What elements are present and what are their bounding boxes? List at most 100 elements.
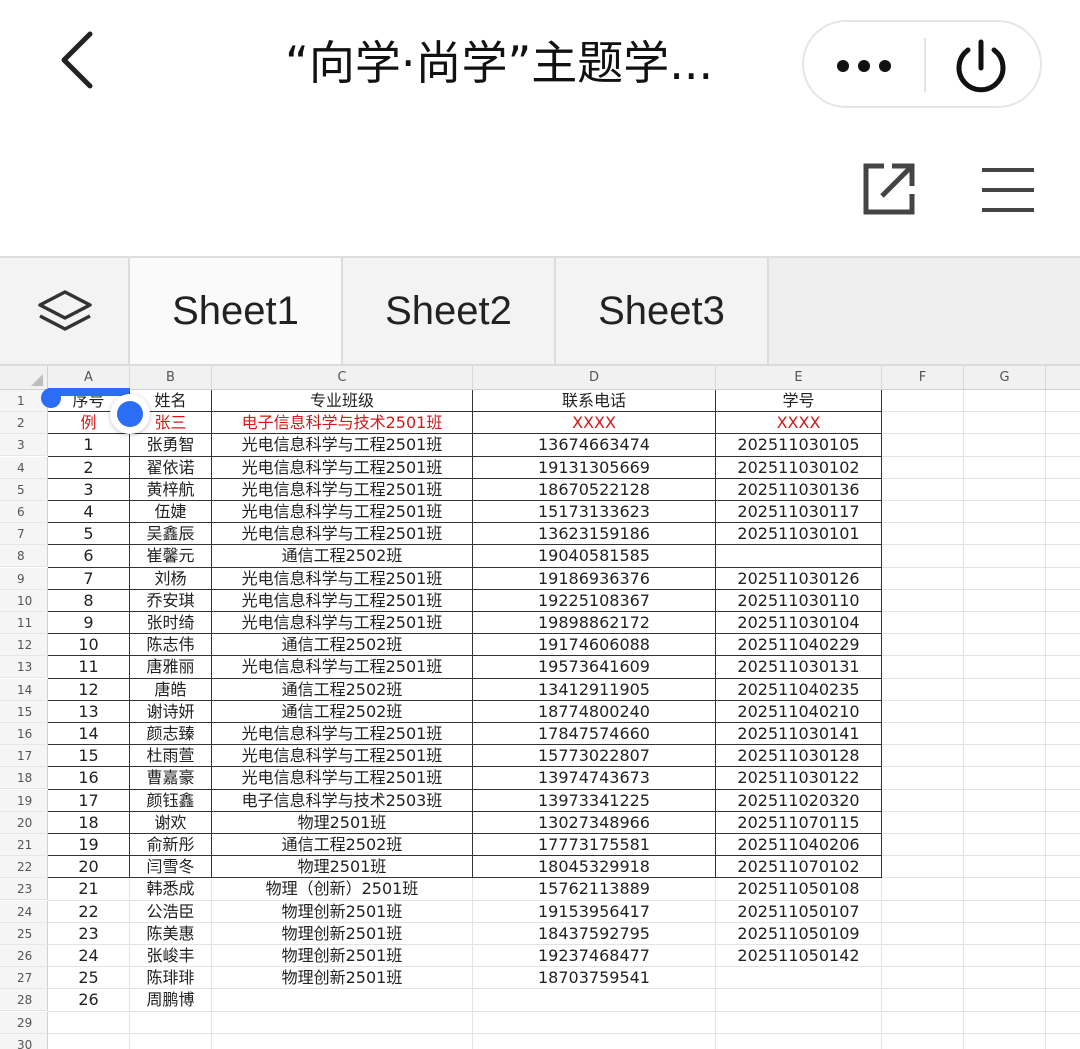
column-header-b[interactable]: B	[130, 366, 212, 390]
tab-sheet3[interactable]: Sheet3	[556, 258, 769, 364]
table-cell[interactable]: 202511040210	[716, 700, 882, 723]
table-cell[interactable]	[964, 456, 1046, 479]
row-header[interactable]: 25	[0, 922, 48, 945]
table-cell[interactable]	[1046, 1012, 1080, 1034]
table-cell[interactable]: 13623159186	[473, 523, 716, 546]
table-cell[interactable]: 18774800240	[473, 700, 716, 723]
table-cell[interactable]: 202511050108	[716, 878, 882, 901]
table-cell[interactable]: 202511050109	[716, 922, 882, 945]
table-cell[interactable]	[212, 1011, 473, 1034]
table-cell[interactable]: 唐雅丽	[130, 656, 212, 679]
table-cell[interactable]: 伍婕	[130, 501, 212, 524]
table-cell[interactable]: 13	[48, 700, 130, 723]
table-cell[interactable]: 8	[48, 589, 130, 612]
table-cell[interactable]	[964, 656, 1046, 679]
table-cell[interactable]	[212, 989, 473, 1012]
table-cell[interactable]: 202511040206	[716, 834, 882, 857]
table-cell[interactable]: 物理2501班	[212, 856, 473, 879]
tab-sheet1[interactable]: Sheet1	[130, 258, 343, 364]
table-cell[interactable]	[882, 878, 964, 901]
table-cell[interactable]	[964, 878, 1046, 901]
table-cell[interactable]: 闫雪冬	[130, 856, 212, 879]
table-cell[interactable]	[1046, 568, 1080, 590]
table-cell[interactable]	[473, 1011, 716, 1034]
table-cell[interactable]: 13973341225	[473, 789, 716, 812]
table-cell[interactable]	[964, 1033, 1046, 1049]
table-cell[interactable]	[1046, 523, 1080, 546]
table-cell[interactable]: 光电信息科学与工程2501班	[212, 456, 473, 479]
table-cell[interactable]: 19225108367	[473, 589, 716, 612]
table-cell[interactable]	[882, 634, 964, 657]
table-cell[interactable]: 颜志臻	[130, 723, 212, 746]
table-cell[interactable]: 19153956417	[473, 900, 716, 923]
table-cell[interactable]: 颜钰鑫	[130, 789, 212, 812]
table-cell[interactable]	[1046, 790, 1080, 812]
table-cell[interactable]: 18703759541	[473, 967, 716, 990]
table-cell[interactable]	[882, 1033, 964, 1049]
table-cell[interactable]: XXXX	[473, 412, 716, 435]
table-cell[interactable]: 21	[48, 878, 130, 901]
table-cell[interactable]: 物理创新2501班	[212, 945, 473, 968]
table-cell[interactable]: 张时绮	[130, 612, 212, 635]
table-cell[interactable]	[964, 412, 1046, 435]
table-cell[interactable]: 陈美惠	[130, 922, 212, 945]
row-header[interactable]: 7	[0, 523, 48, 546]
row-header[interactable]: 11	[0, 612, 48, 634]
table-cell[interactable]: 17847574660	[473, 723, 716, 746]
table-cell[interactable]	[882, 723, 964, 746]
table-cell[interactable]	[964, 856, 1046, 879]
table-cell[interactable]: 光电信息科学与工程2501班	[212, 434, 473, 457]
table-cell[interactable]: 18437592795	[473, 922, 716, 945]
table-cell[interactable]: 18045329918	[473, 856, 716, 879]
table-cell[interactable]: 光电信息科学与工程2501班	[212, 501, 473, 524]
table-cell[interactable]: 19040581585	[473, 545, 716, 568]
table-cell[interactable]	[882, 1011, 964, 1034]
table-cell[interactable]: 光电信息科学与工程2501班	[212, 478, 473, 501]
row-header[interactable]: 27	[0, 967, 48, 990]
table-cell[interactable]	[882, 811, 964, 834]
table-cell[interactable]: 18	[48, 811, 130, 834]
row-header[interactable]: 24	[0, 900, 48, 923]
row-header[interactable]: 14	[0, 678, 48, 701]
table-cell[interactable]: 19237468477	[473, 945, 716, 968]
table-cell[interactable]: 19186936376	[473, 567, 716, 590]
table-cell[interactable]	[964, 1011, 1046, 1034]
column-header-d[interactable]: D	[473, 366, 716, 390]
row-header[interactable]: 4	[0, 456, 48, 479]
table-cell[interactable]: 202511030126	[716, 567, 882, 590]
table-cell[interactable]	[964, 967, 1046, 990]
table-cell[interactable]: 曹嘉豪	[130, 767, 212, 790]
table-cell[interactable]: 202511040235	[716, 678, 882, 701]
table-cell[interactable]: 通信工程2502班	[212, 700, 473, 723]
table-cell[interactable]: 光电信息科学与工程2501班	[212, 612, 473, 635]
table-cell[interactable]: 光电信息科学与工程2501班	[212, 523, 473, 546]
table-cell[interactable]: 16	[48, 767, 130, 790]
table-cell[interactable]: 唐皓	[130, 678, 212, 701]
table-cell[interactable]: 202511030131	[716, 656, 882, 679]
table-cell[interactable]	[882, 589, 964, 612]
table-cell[interactable]: 谢诗妍	[130, 700, 212, 723]
table-cell[interactable]: 崔馨元	[130, 545, 212, 568]
table-cell[interactable]	[882, 922, 964, 945]
table-cell[interactable]: 物理（创新）2501班	[212, 878, 473, 901]
table-cell[interactable]	[1046, 501, 1080, 524]
column-header-a[interactable]: A	[48, 366, 130, 390]
table-cell[interactable]	[882, 501, 964, 524]
table-cell[interactable]: 15773022807	[473, 745, 716, 768]
table-cell[interactable]	[882, 989, 964, 1012]
table-cell[interactable]: 18670522128	[473, 478, 716, 501]
table-cell[interactable]	[212, 1033, 473, 1049]
table-cell[interactable]	[1046, 989, 1080, 1012]
table-cell[interactable]: 4	[48, 501, 130, 524]
table-cell[interactable]	[964, 678, 1046, 701]
table-cell[interactable]: 202511030104	[716, 612, 882, 635]
table-cell[interactable]: 刘杨	[130, 567, 212, 590]
table-cell[interactable]	[964, 589, 1046, 612]
table-cell[interactable]: 19	[48, 834, 130, 857]
table-cell[interactable]	[716, 545, 882, 568]
table-cell[interactable]: 韩悉成	[130, 878, 212, 901]
tab-sheet2[interactable]: Sheet2	[343, 258, 556, 364]
row-header[interactable]: 2	[0, 412, 48, 435]
table-cell[interactable]: 202511030110	[716, 589, 882, 612]
row-header[interactable]: 21	[0, 834, 48, 856]
